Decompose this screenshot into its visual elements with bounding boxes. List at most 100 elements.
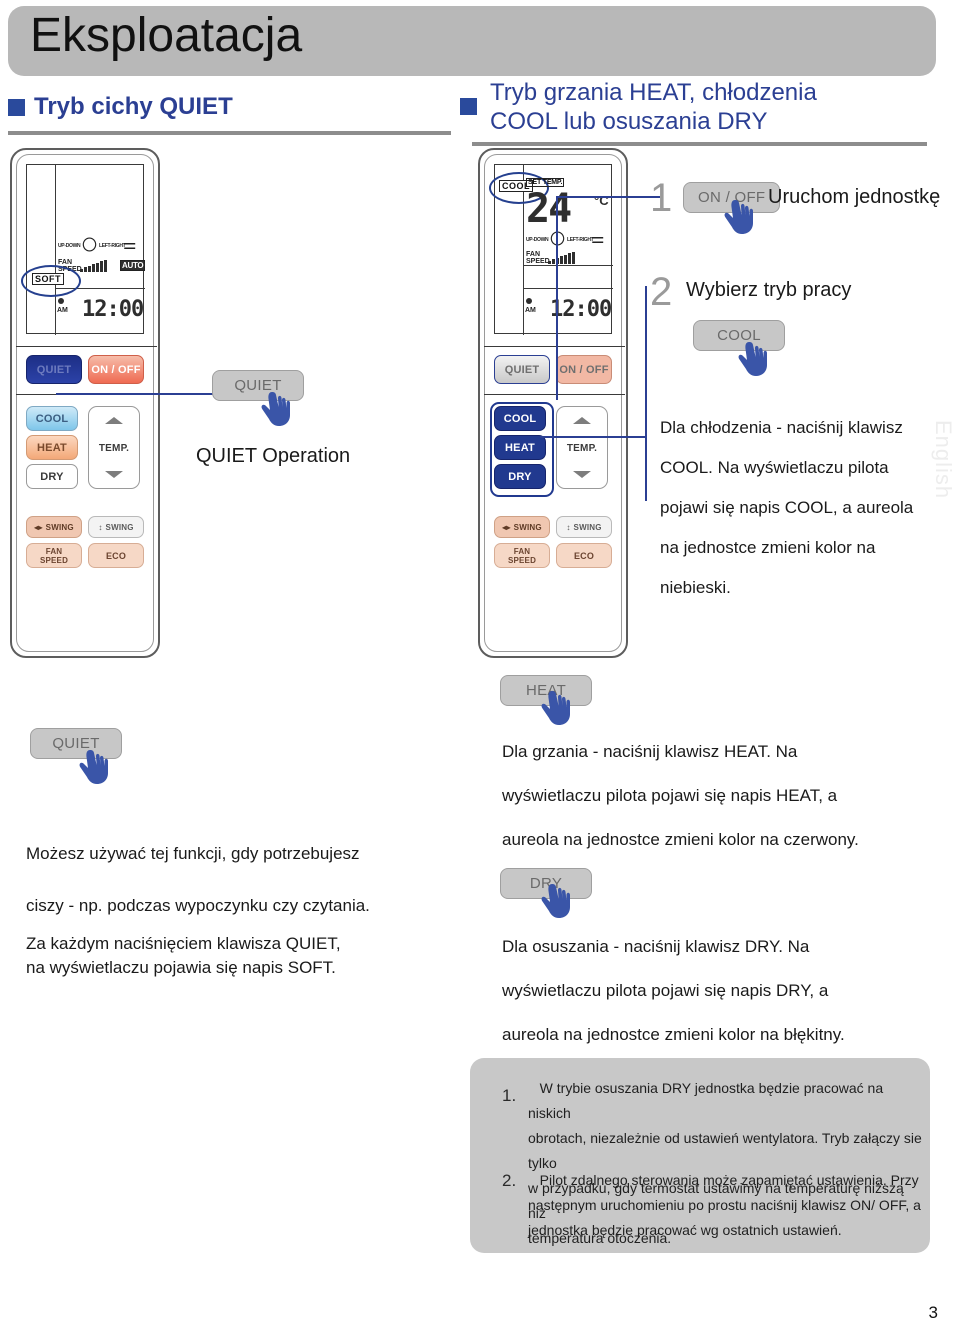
paragraph-line: Za każdym naciśnięciem klawisza QUIET,: [26, 934, 341, 953]
paragraph-quiet-soft: Za każdym naciśnięciem klawisza QUIET, na…: [26, 932, 341, 980]
fan-speed-bars-icon: [80, 260, 107, 272]
paragraph-line: wyświetlaczu pilota pojawi się napis DRY…: [502, 981, 829, 1000]
remote-button-fanspeed[interactable]: FAN SPEED: [494, 543, 550, 568]
swing-updown-label: UP-DOWN: [58, 243, 81, 249]
watermark-english: English: [931, 420, 956, 500]
lcd-divider-vertical: [55, 165, 56, 335]
lcd-temperature: 24: [526, 186, 572, 232]
temp-down-arrow-icon[interactable]: [105, 471, 123, 478]
section-title-quiet: Tryb cichy QUIET: [34, 93, 233, 120]
temp-up-arrow-icon[interactable]: [105, 417, 123, 424]
connector-line-onoff-horiz: [556, 196, 660, 198]
remote-button-heat[interactable]: HEAT: [26, 435, 78, 460]
paragraph-line: Dla chłodzenia - naciśnij klawisz: [660, 418, 903, 437]
section-heading-modes: Tryb grzania HEAT, chłodzenia COOL lub o…: [460, 78, 927, 146]
note-line: W trybie osuszania DRY jednostka będzie …: [528, 1080, 884, 1121]
auto-indicator: AUTO: [120, 260, 146, 271]
note-text-2: Pilot zdalnego sterowania może zapamięta…: [528, 1168, 923, 1243]
remote-button-eco[interactable]: ECO: [556, 543, 612, 568]
remote-button-quiet[interactable]: QUIET: [26, 355, 82, 384]
remote-divider: [16, 346, 157, 347]
am-label: AM: [57, 307, 68, 314]
remote-button-cool[interactable]: COOL: [494, 406, 546, 431]
swing-leftright-label: LEFT-RIGHT: [567, 237, 594, 243]
paragraph-line: aureola na jednostce zmieni kolor na cze…: [502, 830, 859, 849]
pointing-hand-icon: [541, 691, 570, 725]
swing-ud-icon: ↕: [566, 522, 571, 532]
connector-line-onoff-vert: [556, 196, 558, 400]
swing-leftright-icon: ⚌: [123, 236, 137, 253]
lcd-divider-horizontal: [523, 265, 613, 266]
step-number-2: 2: [650, 270, 673, 314]
paragraph-line: na jednostce zmieni kolor na: [660, 538, 876, 557]
remote-control-right: COOL SET TEMP. 24 °C UP-DOWN 〇 LEFT-RIGH…: [478, 148, 628, 658]
step-number-1: 1: [650, 176, 673, 220]
remote-button-eco[interactable]: ECO: [88, 543, 144, 568]
remote-button-heat[interactable]: HEAT: [494, 435, 546, 460]
remote-button-quiet[interactable]: QUIET: [494, 355, 550, 384]
section-title-modes-line2: COOL lub osuszania DRY: [490, 108, 768, 135]
lcd-display-left: UP-DOWN 〇 LEFT-RIGHT ⚌ FAN SPEED AUTO SO…: [21, 164, 146, 335]
lcd-display-right: COOL SET TEMP. 24 °C UP-DOWN 〇 LEFT-RIGH…: [489, 164, 613, 335]
callout-caption-quiet: QUIET Operation: [196, 445, 351, 467]
pointing-hand-icon: [738, 342, 767, 376]
paragraph-line: ciszy - np. podczas wypoczynku czy czyta…: [26, 896, 370, 915]
heading-rule: [472, 142, 927, 146]
remote-temp-label: TEMP.: [98, 443, 130, 454]
remote-button-swing-updown[interactable]: ↕ SWING: [88, 516, 144, 538]
remote-temp-label: TEMP.: [566, 443, 598, 454]
callout-cool: COOL: [693, 320, 785, 376]
paragraph-line: Dla osuszania - naciśnij klawisz DRY. Na: [502, 937, 810, 956]
paragraph-line: COOL. Na wyświetlaczu pilota: [660, 458, 889, 477]
remote-button-cool[interactable]: COOL: [26, 406, 78, 431]
connector-line-mode-horiz: [540, 436, 647, 438]
remote-button-swing-updown[interactable]: ↕ SWING: [556, 516, 612, 538]
paragraph-line: niebieski.: [660, 578, 731, 597]
remote-button-swing-leftright[interactable]: ◂▸ SWING: [494, 516, 550, 538]
paragraph-dry: Dla osuszania - naciśnij klawisz DRY. Na…: [502, 925, 845, 1057]
bullet-square-icon: [460, 98, 477, 116]
remote-temp-pad[interactable]: TEMP.: [88, 406, 140, 489]
step-1-text: Uruchom jednostkę: [768, 186, 941, 208]
temp-down-arrow-icon[interactable]: [573, 471, 591, 478]
clock-dot-icon: [58, 298, 64, 304]
pointing-hand-icon: [79, 750, 108, 784]
paragraph-line: na wyświetlaczu pojawia się napis SOFT.: [26, 958, 336, 977]
paragraph-line: aureola na jednostce zmieni kolor na błę…: [502, 1025, 845, 1044]
remote-button-swing-leftright[interactable]: ◂▸ SWING: [26, 516, 82, 538]
bullet-square-icon: [8, 98, 25, 116]
pointing-hand-icon: [541, 884, 570, 918]
swing-ud-icon: ↕: [98, 522, 103, 532]
note-line: Pilot zdalnego sterowania może zapamięta…: [528, 1172, 919, 1188]
remote-button-onoff[interactable]: ON / OFF: [88, 355, 144, 384]
paragraph-line: wyświetlaczu pilota pojawi się napis HEA…: [502, 786, 838, 805]
paragraph-heat: Dla grzania - naciśnij klawisz HEAT. Na w…: [502, 730, 859, 862]
lcd-clock: 12:00: [550, 297, 612, 322]
manual-page: Eksploatacja Tryb cichy QUIET Tryb grzan…: [0, 0, 960, 1341]
pointing-hand-icon: [724, 200, 753, 234]
lcd-clock: 12:00: [82, 297, 144, 322]
note-number-2: 2.: [502, 1171, 517, 1190]
swing-leftright-icon: ⚌: [591, 230, 605, 247]
temp-up-arrow-icon[interactable]: [573, 417, 591, 424]
section-heading-quiet: Tryb cichy QUIET: [8, 93, 453, 135]
callout-onoff: ON / OFF: [683, 182, 781, 234]
callout-quiet-mid: QUIET: [30, 728, 122, 784]
note-line: jednostka będzie pracować wg ostatnich u…: [528, 1222, 842, 1238]
remote-button-onoff[interactable]: ON / OFF: [556, 355, 612, 384]
lcd-divider-horizontal: [523, 288, 613, 289]
remote-button-fanspeed[interactable]: FAN SPEED: [26, 543, 82, 568]
callout-quiet-top: QUIET: [212, 370, 304, 426]
swing-lr-icon: ◂▸: [502, 522, 511, 532]
remote-button-dry[interactable]: DRY: [26, 464, 78, 489]
remote-button-dry[interactable]: DRY: [494, 464, 546, 489]
swing-updown-icon: 〇: [82, 237, 98, 254]
paragraph-quiet-usage: Możesz używać tej funkcji, gdy potrzebuj…: [26, 828, 370, 932]
remote-control-left: UP-DOWN 〇 LEFT-RIGHT ⚌ FAN SPEED AUTO SO…: [10, 148, 160, 658]
fan-speed-label: FAN SPEED: [526, 251, 550, 265]
note-line: następnym uruchomieniu po prostu naciśni…: [528, 1197, 921, 1213]
note-number-1: 1.: [502, 1086, 517, 1105]
remote-temp-pad[interactable]: TEMP.: [556, 406, 608, 489]
paragraph-line: pojawi się napis COOL, a aureola: [660, 498, 914, 517]
paragraph-cool: Dla chłodzenia - naciśnij klawisz COOL. N…: [660, 408, 913, 608]
